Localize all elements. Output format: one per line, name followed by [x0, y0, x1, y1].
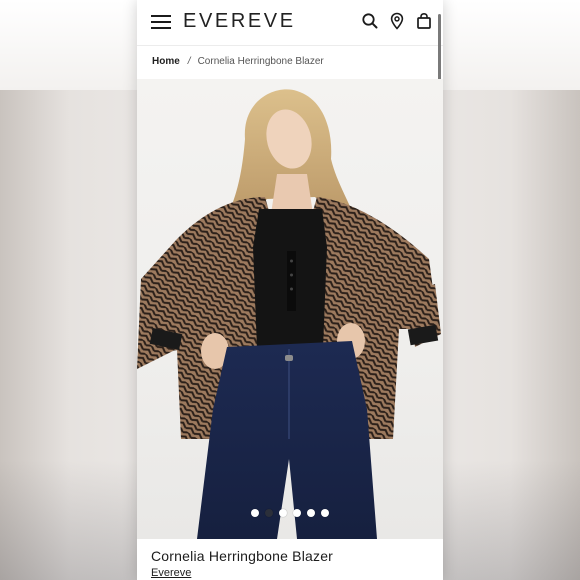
site-logo[interactable]: EVEREVE	[183, 10, 296, 33]
menu-icon[interactable]	[151, 14, 171, 30]
breadcrumb-separator: /	[187, 56, 191, 67]
carousel-dot[interactable]	[321, 509, 329, 517]
product-brand-link[interactable]: Evereve	[151, 567, 191, 579]
shopping-bag-icon[interactable]	[415, 12, 433, 30]
site-header: EVEREVE	[137, 0, 443, 46]
product-image[interactable]	[137, 79, 443, 539]
breadcrumb-home-link[interactable]: Home	[152, 56, 180, 67]
carousel-dot-active[interactable]	[265, 509, 273, 517]
search-icon[interactable]	[361, 12, 379, 30]
carousel-dot[interactable]	[251, 509, 259, 517]
product-title: Cornelia Herringbone Blazer	[151, 548, 334, 564]
location-pin-icon[interactable]	[388, 12, 406, 30]
carousel-dot[interactable]	[279, 509, 287, 517]
mobile-page: EVEREVE Home / Cornelia Herringbone Blaz…	[137, 0, 443, 580]
breadcrumb: Home / Cornelia Herringbone Blazer	[152, 56, 324, 67]
breadcrumb-current: Cornelia Herringbone Blazer	[197, 56, 324, 67]
carousel-dots	[251, 509, 329, 517]
carousel-dot[interactable]	[293, 509, 301, 517]
product-photo-illustration	[137, 89, 441, 539]
carousel-dot[interactable]	[307, 509, 315, 517]
